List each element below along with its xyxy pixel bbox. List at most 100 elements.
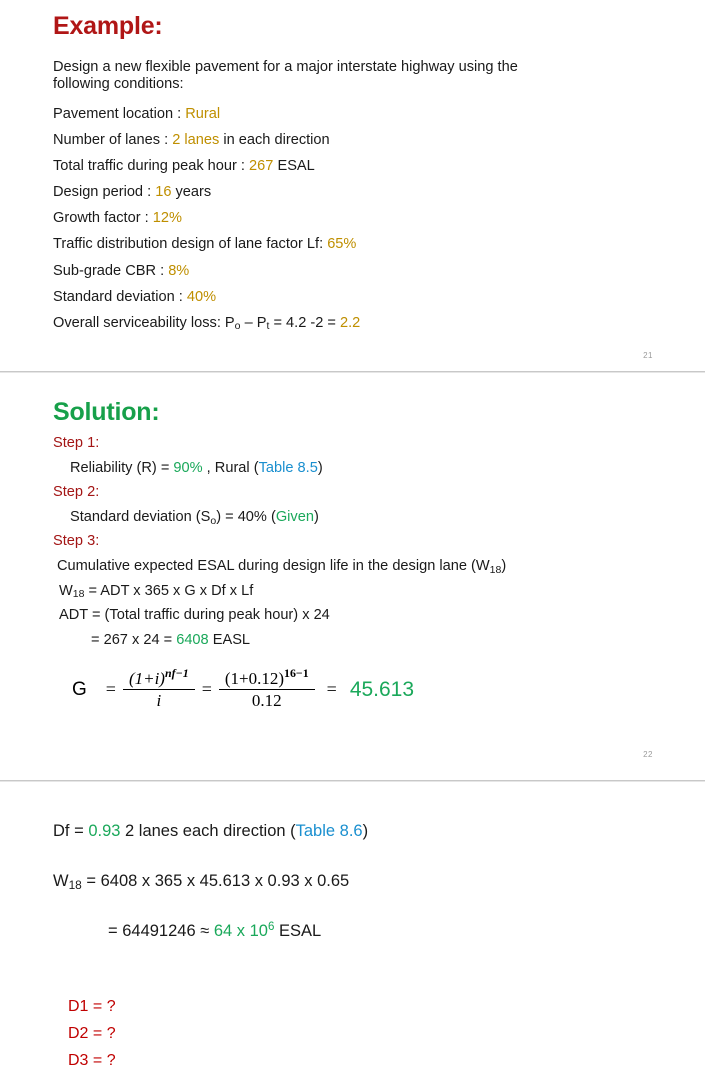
condition-value: 2 lanes <box>172 132 220 149</box>
fraction-numerator: (1+i)nf−1 <box>122 666 195 691</box>
step-3-line-1: Cumulative expected ESAL during design l… <box>57 557 507 576</box>
formula-equals-2: = <box>201 679 212 700</box>
condition-value: 12% <box>152 210 182 227</box>
serviceability-value: 2.2 <box>340 314 361 331</box>
result-value: 64 x 10 <box>213 922 268 940</box>
w18-result-line: = 64491246 ≈ 64 x 106 ESAL <box>108 920 322 941</box>
step-3-label: Step 3: <box>53 533 100 550</box>
given-reference: Given <box>275 508 314 525</box>
step-1-value: 90% <box>173 459 203 476</box>
step-3-line-1-text-b: ) <box>501 557 507 574</box>
result-text-a: = 64491246 ≈ <box>108 922 214 940</box>
step-1-label: Step 1: <box>53 435 100 451</box>
slide-solution: Solution: Step 1: Reliability (R) = 90% … <box>0 373 705 780</box>
step-3-line-2-text: = ADT x 365 x G x Df x Lf <box>84 582 254 599</box>
condition-label: Growth factor : <box>53 210 153 227</box>
condition-tail: in each direction <box>219 132 330 149</box>
result-exponent: 6 <box>267 920 275 933</box>
step-1-text-c: ) <box>317 459 323 476</box>
step-3-line-1-text-a: Cumulative expected ESAL during design l… <box>57 557 490 574</box>
result-text-b: ESAL <box>274 922 322 940</box>
step-2-content: Standard deviation (So) = 40% (Given) <box>70 508 506 527</box>
step-2-text-c: ) <box>313 508 319 525</box>
formula-equals-3: = <box>326 679 337 700</box>
table-reference-8-6[interactable]: Table 8.6 <box>296 822 363 840</box>
df-text-b: 2 lanes each direction ( <box>120 822 296 840</box>
page-number: 21 <box>643 351 653 360</box>
condition-value: 16 <box>155 184 172 201</box>
condition-label: Number of lanes : <box>53 132 173 149</box>
numerator-base: (1+i) <box>128 669 165 688</box>
condition-row: Sub-grade CBR : 8% <box>53 262 360 279</box>
unknown-d2: D2 = ? <box>68 1025 116 1042</box>
step-2-label: Step 2: <box>53 484 100 501</box>
condition-row: Growth factor : 12% <box>53 211 360 226</box>
df-value: 0.93 <box>88 822 121 840</box>
step-3-line-4-text-a: = 267 x 24 = <box>91 631 177 648</box>
condition-value: 65% <box>327 236 357 253</box>
subscript-o: o <box>234 320 241 333</box>
condition-label: Sub-grade CBR : <box>53 262 169 279</box>
condition-label: Pavement location : <box>53 106 186 122</box>
condition-tail: years <box>171 184 212 201</box>
df-text-c: ) <box>362 822 369 840</box>
condition-label: Total traffic during peak hour : <box>53 158 250 175</box>
subscript-t: t <box>266 320 270 333</box>
condition-row: Pavement location : Rural <box>53 107 360 122</box>
formula-symbol-g: G <box>72 678 87 700</box>
adt-value: 6408 <box>176 631 209 648</box>
fraction-numeric: (1+0.12)16−1 0.12 <box>218 666 315 711</box>
table-reference-8-5[interactable]: Table 8.5 <box>259 460 318 476</box>
slide-example: Example: Design a new flexible pavement … <box>0 0 705 371</box>
step-3-line-3: ADT = (Total traffic during peak hour) x… <box>59 607 330 624</box>
df-text-a: Df = <box>53 822 89 840</box>
numerator-base: (1+0.12) <box>224 669 285 688</box>
serviceability-loss-row: Overall serviceability loss: Po – Pt = 4… <box>53 314 361 333</box>
step-1-text-a: Reliability (R) = <box>70 459 174 476</box>
step-3-line-4: = 267 x 24 = 6408 EASL <box>91 631 506 648</box>
page-title: Example: <box>53 12 163 41</box>
condition-value: 8% <box>168 262 190 279</box>
df-line: Df = 0.93 2 lanes each direction (Table … <box>53 822 368 841</box>
w18-symbol: W <box>53 872 69 890</box>
condition-value: 267 <box>249 158 274 175</box>
w18-expression: = 6408 x 365 x 45.613 x 0.93 x 0.65 <box>81 872 350 890</box>
intro-line-2: following conditions: <box>53 75 184 92</box>
fraction-denominator: 0.12 <box>251 691 282 711</box>
condition-value: 40% <box>186 288 217 305</box>
fraction-denominator: i <box>156 691 162 711</box>
fraction-general: (1+i)nf−1 i <box>122 666 195 711</box>
condition-row: Design period : 16 years <box>53 185 360 200</box>
example-title: Example: <box>53 12 163 40</box>
condition-value: Rural <box>185 106 221 122</box>
serviceability-prefix: Overall serviceability loss: P <box>53 314 235 331</box>
subscript-18: 18 <box>72 588 85 601</box>
condition-row: Standard deviation : 40% <box>53 288 360 305</box>
unknown-d3: D3 = ? <box>68 1052 116 1069</box>
step-1-content: Reliability (R) = 90% , Rural (Table 8.5… <box>70 459 506 476</box>
unknown-d1: D1 = ? <box>68 998 116 1015</box>
subscript-o: o <box>210 514 217 527</box>
growth-factor-result: 45.613 <box>349 677 415 701</box>
condition-tail: ESAL <box>273 158 315 175</box>
step-3-line-4-text-b: EASL <box>208 631 251 648</box>
numerator-exponent: nf−1 <box>164 666 189 681</box>
serviceability-mid: – P <box>240 314 267 331</box>
fraction-numerator: (1+0.12)16−1 <box>218 666 315 691</box>
formula-equals-1: = <box>105 679 116 700</box>
step-1-text-b: , Rural ( <box>202 459 259 476</box>
growth-factor-formula: G = (1+i)nf−1 i = (1+0.12)16−1 0.12 = 45… <box>72 666 415 711</box>
subscript-18: 18 <box>68 878 82 893</box>
condition-label: Standard deviation : <box>53 288 187 305</box>
page-number: 22 <box>643 750 653 759</box>
condition-row: Traffic distribution design of lane fact… <box>53 237 360 252</box>
intro-line-1: Design a new flexible pavement for a maj… <box>53 59 518 75</box>
condition-label: Design period : <box>53 184 156 201</box>
subscript-18: 18 <box>489 563 502 576</box>
numerator-exponent: 16−1 <box>284 666 309 681</box>
serviceability-expr: = 4.2 -2 = <box>269 314 340 331</box>
step-2-text-a: Standard deviation (S <box>70 508 211 525</box>
condition-row: Number of lanes : 2 lanes in each direct… <box>53 133 360 148</box>
step-2-text-b: ) = 40% ( <box>216 508 276 525</box>
condition-row: Total traffic during peak hour : 267 ESA… <box>53 159 360 174</box>
